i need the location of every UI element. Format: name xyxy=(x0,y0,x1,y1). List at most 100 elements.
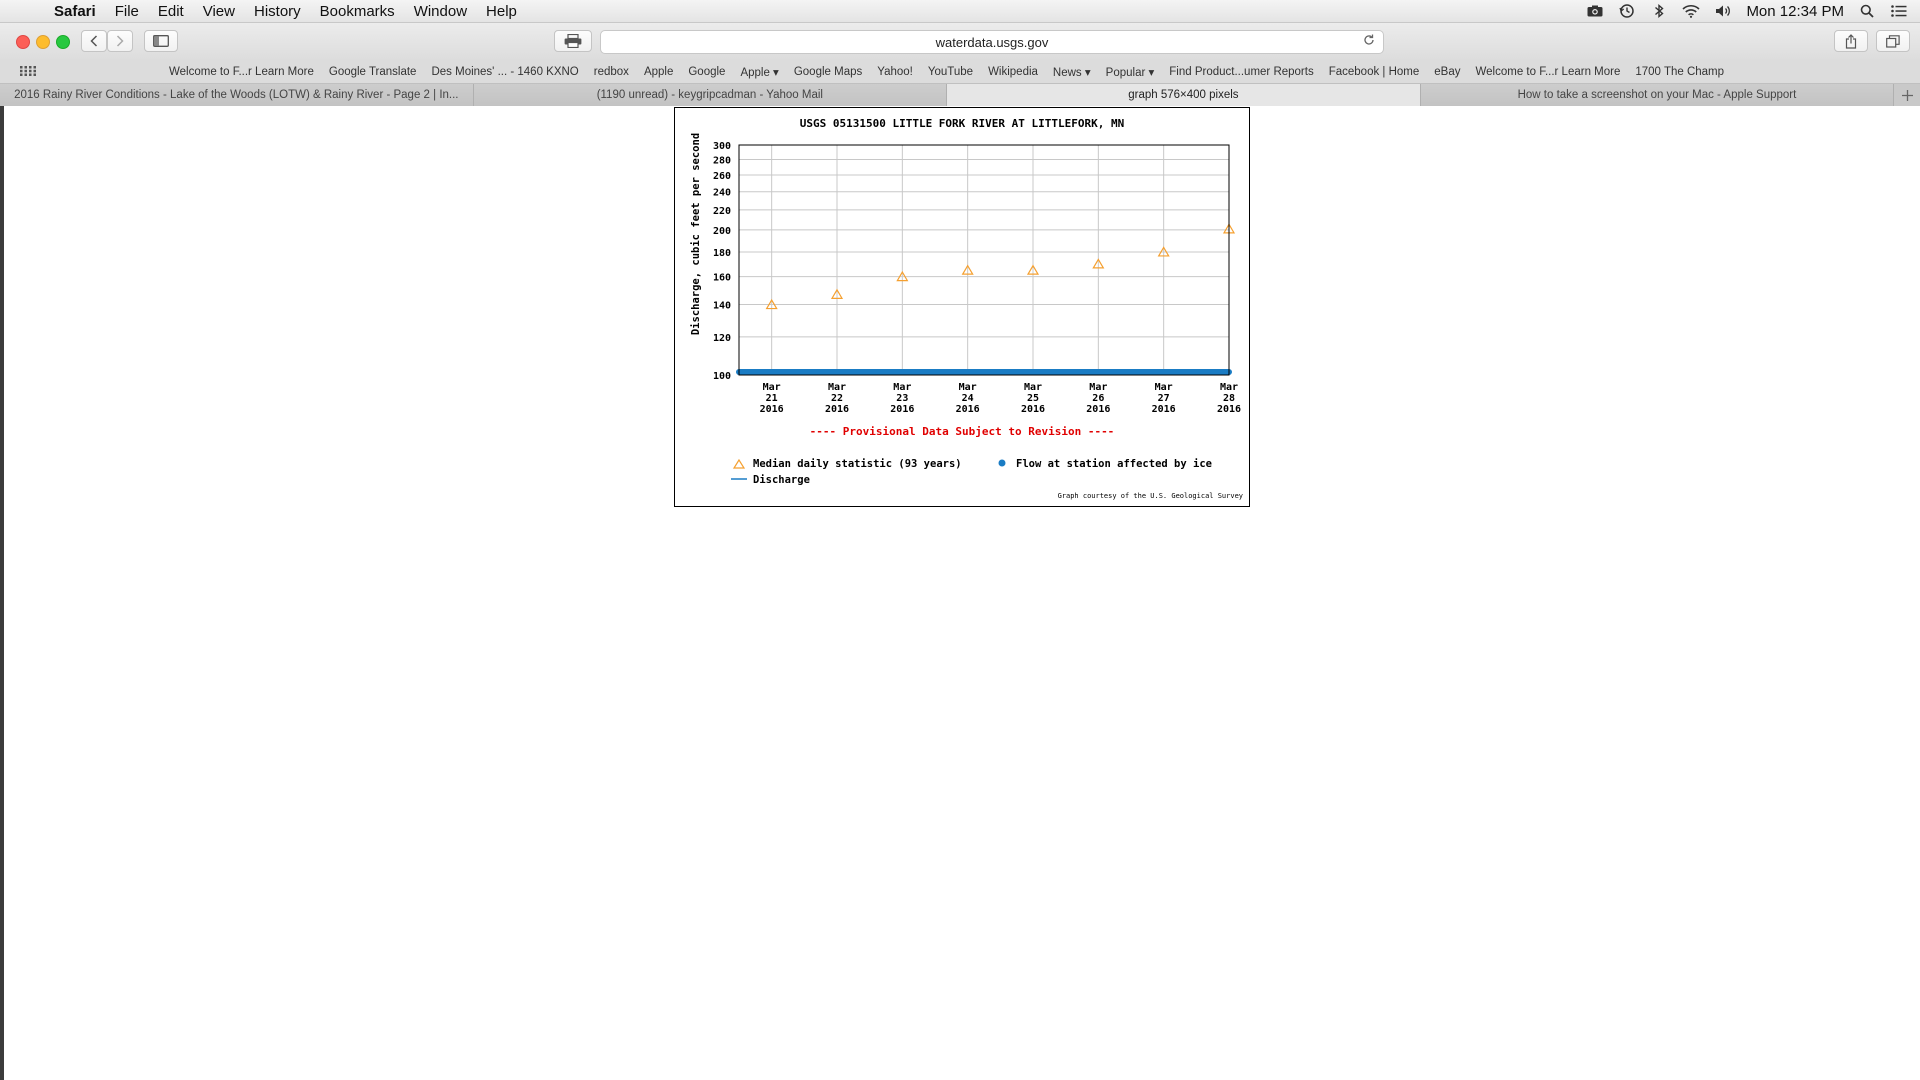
tab-yahoo-mail[interactable]: (1190 unread) - keygripcadman - Yahoo Ma… xyxy=(473,84,948,106)
legend-label-median: Median daily statistic (93 years) xyxy=(753,458,962,470)
time-machine-icon[interactable] xyxy=(1618,3,1636,19)
printer-icon xyxy=(564,34,582,48)
menu-window[interactable]: Window xyxy=(414,3,467,20)
y-axis-label: Discharge, cubic feet per second xyxy=(690,133,702,335)
browser-toolbar: waterdata.usgs.gov xyxy=(0,23,1920,61)
x-tick-label: 28 xyxy=(1223,393,1235,404)
favorite-link[interactable]: Des Moines' ... - 1460 KXNO xyxy=(431,66,578,78)
x-tick-label: Mar xyxy=(893,382,911,393)
tab-bar: 2016 Rainy River Conditions - Lake of th… xyxy=(0,84,1920,107)
y-tick-label: 180 xyxy=(713,248,731,259)
notification-center-icon[interactable] xyxy=(1890,3,1908,19)
tab-rainy-river[interactable]: 2016 Rainy River Conditions - Lake of th… xyxy=(0,84,474,106)
menubar-clock[interactable]: Mon 12:34 PM xyxy=(1746,3,1844,20)
favorite-link[interactable]: 1700 The Champ xyxy=(1635,66,1724,78)
x-tick-label: Mar xyxy=(1155,382,1173,393)
menu-help[interactable]: Help xyxy=(486,3,517,20)
volume-icon[interactable] xyxy=(1714,3,1732,19)
x-tick-label: 2016 xyxy=(825,404,849,415)
y-axis-ticks: 100 120 140 160 180 200 220 240 260 280 300 xyxy=(713,141,731,382)
y-tick-label: 160 xyxy=(713,273,731,284)
share-icon xyxy=(1845,33,1857,49)
favorites-list: Welcome to F...r Learn More Google Trans… xyxy=(169,61,1724,83)
top-sites-grid-icon[interactable] xyxy=(20,66,36,79)
x-tick-label: 21 xyxy=(766,393,778,404)
chart-legend: Median daily statistic (93 years) Flow at… xyxy=(731,458,1212,486)
usgs-discharge-chart: USGS 05131500 LITTLE FORK RIVER AT LITTL… xyxy=(690,117,1243,500)
menu-history[interactable]: History xyxy=(254,3,301,20)
favorite-link[interactable]: Welcome to F...r Learn More xyxy=(1476,66,1621,78)
favorite-link[interactable]: Wikipedia xyxy=(988,66,1038,78)
menu-bookmarks[interactable]: Bookmarks xyxy=(320,3,395,20)
tab-graph[interactable]: graph 576×400 pixels xyxy=(947,84,1421,106)
favorite-link[interactable]: redbox xyxy=(594,66,629,78)
print-button[interactable] xyxy=(554,30,592,52)
sidebar-button[interactable] xyxy=(144,30,178,52)
menu-safari[interactable]: Safari xyxy=(54,3,96,20)
favorite-link[interactable]: Google Maps xyxy=(794,66,862,78)
x-axis-ticks: Mar212016Mar222016Mar232016Mar242016Mar2… xyxy=(760,382,1241,415)
x-tick-label: 2016 xyxy=(1152,404,1176,415)
screenshot-icon[interactable] xyxy=(1586,3,1604,19)
favorite-link[interactable]: Yahoo! xyxy=(877,66,913,78)
x-tick-label: Mar xyxy=(1220,382,1238,393)
menu-view[interactable]: View xyxy=(203,3,235,20)
share-button[interactable] xyxy=(1834,30,1868,52)
x-tick-label: Mar xyxy=(1024,382,1042,393)
x-tick-label: Mar xyxy=(828,382,846,393)
favorite-link[interactable]: Find Product...umer Reports xyxy=(1169,66,1313,78)
tab-apple-support[interactable]: How to take a screenshot on your Mac - A… xyxy=(1420,84,1895,106)
new-tab-button[interactable] xyxy=(1894,84,1920,106)
x-tick-label: 2016 xyxy=(1021,404,1045,415)
wifi-icon[interactable] xyxy=(1682,3,1700,19)
reload-icon[interactable] xyxy=(1363,34,1375,49)
chevron-left-icon xyxy=(90,35,98,47)
x-tick-label: 24 xyxy=(962,393,974,404)
spotlight-icon[interactable] xyxy=(1858,3,1876,19)
address-bar[interactable]: waterdata.usgs.gov xyxy=(600,30,1384,54)
y-tick-label: 300 xyxy=(713,141,731,152)
y-tick-label: 100 xyxy=(713,371,731,382)
favorite-link[interactable]: Google xyxy=(688,66,725,78)
favorite-link[interactable]: Apple xyxy=(644,66,673,78)
favorite-link[interactable]: eBay xyxy=(1434,66,1460,78)
chart-grid xyxy=(739,144,1229,376)
x-tick-label: Mar xyxy=(763,382,781,393)
chart-title: USGS 05131500 LITTLE FORK RIVER AT LITTL… xyxy=(800,117,1125,130)
favorite-link[interactable]: YouTube xyxy=(928,66,973,78)
menu-file[interactable]: File xyxy=(115,3,139,20)
legend-dot-icon xyxy=(998,459,1006,467)
back-button[interactable] xyxy=(81,30,107,52)
y-tick-label: 200 xyxy=(713,226,731,237)
minimize-window-button[interactable] xyxy=(36,35,50,49)
plot-area-border xyxy=(738,144,1230,376)
menu-bar: Safari File Edit View History Bookmarks … xyxy=(0,0,1920,23)
favorite-link[interactable]: Google Translate xyxy=(329,66,417,78)
chevron-right-icon xyxy=(116,35,124,47)
zoom-window-button[interactable] xyxy=(56,35,70,49)
usgs-graph-image: USGS 05131500 LITTLE FORK RIVER AT LITTL… xyxy=(674,107,1250,507)
tabs-overview-icon xyxy=(1886,34,1900,48)
menu-edit[interactable]: Edit xyxy=(158,3,184,20)
y-tick-label: 120 xyxy=(713,333,731,344)
x-tick-label: 2016 xyxy=(956,404,980,415)
x-tick-label: 2016 xyxy=(1086,404,1110,415)
favorite-link[interactable]: Welcome to F...r Learn More xyxy=(169,66,314,78)
x-tick-label: Mar xyxy=(959,382,977,393)
favorite-folder[interactable]: Popular ▾ xyxy=(1106,65,1155,79)
x-tick-label: 23 xyxy=(896,393,908,404)
favorite-link[interactable]: Facebook | Home xyxy=(1329,66,1420,78)
forward-button[interactable] xyxy=(107,30,133,52)
chart-marks xyxy=(736,223,1236,375)
provisional-note: ---- Provisional Data Subject to Revisio… xyxy=(810,425,1115,438)
sidebar-icon xyxy=(153,35,169,47)
favorite-folder[interactable]: News ▾ xyxy=(1053,65,1091,79)
show-all-tabs-button[interactable] xyxy=(1876,30,1910,52)
favorite-folder[interactable]: Apple ▾ xyxy=(740,65,778,79)
x-tick-label: 2016 xyxy=(890,404,914,415)
y-tick-label: 140 xyxy=(713,301,731,312)
bluetooth-icon[interactable] xyxy=(1650,3,1668,19)
menu-extras: Mon 12:34 PM xyxy=(1586,0,1908,22)
chart-credit: Graph courtesy of the U.S. Geological Su… xyxy=(1058,492,1243,500)
close-window-button[interactable] xyxy=(16,35,30,49)
